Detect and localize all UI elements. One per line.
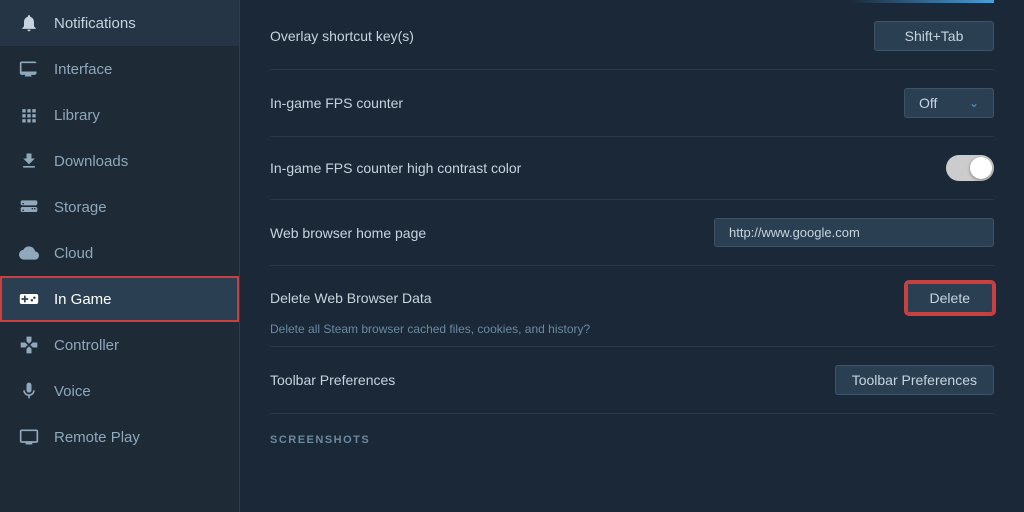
controller-icon (18, 334, 40, 356)
cloud-icon (18, 242, 40, 264)
sidebar-item-interface-label: Interface (54, 61, 112, 78)
sidebar-item-notifications-label: Notifications (54, 15, 136, 32)
sidebar-item-controller[interactable]: Controller (0, 322, 239, 368)
storage-icon (18, 196, 40, 218)
toolbar-preferences-button[interactable]: Toolbar Preferences (835, 365, 994, 395)
sidebar-item-ingame[interactable]: In Game (0, 276, 239, 322)
toolbar-label: Toolbar Preferences (270, 372, 835, 388)
screenshots-section-header: SCREENSHOTS (270, 414, 994, 454)
browser-home-label: Web browser home page (270, 225, 714, 241)
sidebar-item-downloads[interactable]: Downloads (0, 138, 239, 184)
sidebar-item-storage[interactable]: Storage (0, 184, 239, 230)
monitor-icon (18, 58, 40, 80)
toolbar-row: Toolbar Preferences Toolbar Preferences (270, 347, 994, 414)
sidebar-item-cloud-label: Cloud (54, 245, 93, 262)
sidebar-item-library-label: Library (54, 107, 100, 124)
sidebar-item-remoteplay[interactable]: Remote Play (0, 414, 239, 460)
mic-icon (18, 380, 40, 402)
fps-counter-row: In-game FPS counter Off ⌄ (270, 70, 994, 137)
ingame-icon (18, 288, 40, 310)
fps-contrast-label: In-game FPS counter high contrast color (270, 160, 946, 176)
sidebar-item-library[interactable]: Library (0, 92, 239, 138)
main-content: Overlay shortcut key(s) Shift+Tab In-gam… (240, 0, 1024, 512)
overlay-shortcut-label: Overlay shortcut key(s) (270, 28, 874, 44)
toggle-knob (970, 157, 992, 179)
sidebar: Notifications Interface Library Download… (0, 0, 240, 512)
fps-counter-dropdown[interactable]: Off ⌄ (904, 88, 994, 118)
delete-browser-row: Delete Web Browser Data Delete Delete al… (270, 266, 994, 347)
bell-icon (18, 12, 40, 34)
sidebar-item-ingame-label: In Game (54, 291, 112, 308)
fps-contrast-row: In-game FPS counter high contrast color (270, 137, 994, 200)
overlay-shortcut-row: Overlay shortcut key(s) Shift+Tab (270, 3, 994, 70)
sidebar-item-notifications[interactable]: Notifications (0, 0, 239, 46)
sidebar-item-voice[interactable]: Voice (0, 368, 239, 414)
fps-contrast-toggle[interactable] (946, 155, 994, 181)
delete-browser-sublabel: Delete all Steam browser cached files, c… (270, 322, 994, 336)
sidebar-item-remoteplay-label: Remote Play (54, 429, 140, 446)
remoteplay-icon (18, 426, 40, 448)
browser-home-value[interactable]: http://www.google.com (714, 218, 994, 247)
sidebar-item-cloud[interactable]: Cloud (0, 230, 239, 276)
sidebar-item-downloads-label: Downloads (54, 153, 128, 170)
sidebar-item-interface[interactable]: Interface (0, 46, 239, 92)
chevron-down-icon: ⌄ (969, 96, 979, 110)
fps-counter-value: Off (919, 95, 937, 111)
delete-button[interactable]: Delete (906, 282, 994, 314)
fps-counter-label: In-game FPS counter (270, 95, 904, 111)
sidebar-item-controller-label: Controller (54, 337, 119, 354)
sidebar-item-storage-label: Storage (54, 199, 107, 216)
download-icon (18, 150, 40, 172)
delete-browser-label: Delete Web Browser Data (270, 290, 432, 306)
browser-home-row: Web browser home page http://www.google.… (270, 200, 994, 266)
overlay-shortcut-value: Shift+Tab (874, 21, 994, 51)
grid-icon (18, 104, 40, 126)
sidebar-item-voice-label: Voice (54, 383, 91, 400)
